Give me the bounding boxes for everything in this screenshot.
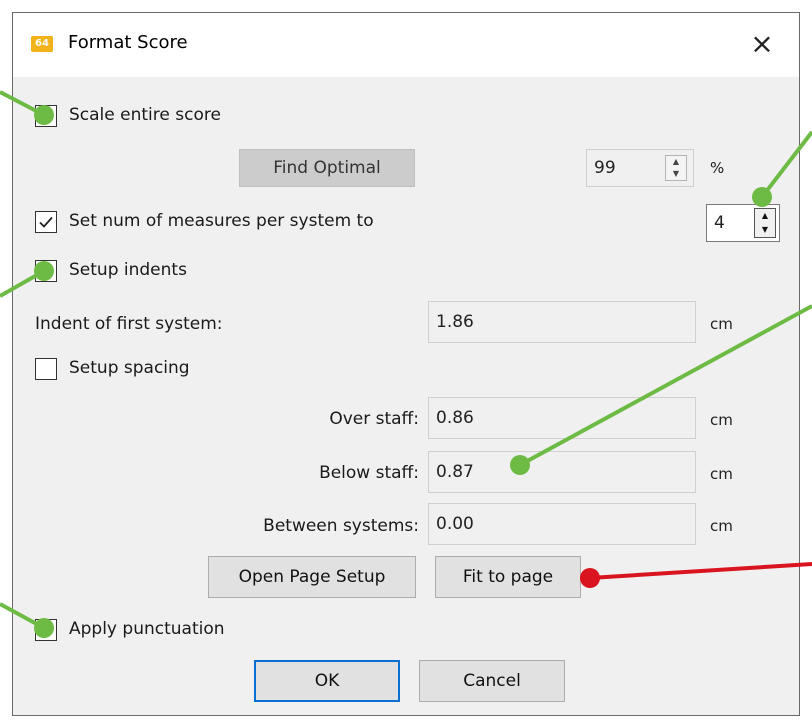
setup-spacing-label: Setup spacing — [69, 358, 190, 378]
scale-percent-spinner[interactable]: ▲ ▼ — [665, 155, 687, 181]
spin-up-icon[interactable]: ▲ — [755, 209, 775, 223]
apply-punctuation-checkbox[interactable] — [35, 619, 57, 641]
spin-up-icon[interactable]: ▲ — [666, 156, 686, 168]
dialog-title: Format Score — [68, 32, 188, 53]
between-systems-unit: cm — [710, 517, 733, 535]
scale-entire-score-checkbox[interactable] — [35, 105, 57, 127]
indent-unit: cm — [710, 315, 733, 333]
indent-first-system-label: Indent of first system: — [35, 314, 223, 334]
check-icon — [39, 216, 53, 228]
apply-punctuation-label: Apply punctuation — [69, 619, 225, 639]
measures-per-system-label: Set num of measures per system to — [69, 211, 374, 231]
spin-down-icon[interactable]: ▼ — [755, 223, 775, 237]
setup-spacing-checkbox[interactable] — [35, 358, 57, 380]
find-optimal-button[interactable]: Find Optimal — [239, 149, 415, 187]
open-page-setup-button[interactable]: Open Page Setup — [208, 556, 416, 598]
below-staff-label: Below staff: — [319, 463, 419, 483]
between-systems-input[interactable]: 0.00 — [428, 503, 696, 545]
ok-button[interactable]: OK — [254, 660, 400, 702]
measures-per-system-checkbox[interactable] — [35, 211, 57, 233]
spin-down-icon[interactable]: ▼ — [666, 168, 686, 180]
below-staff-unit: cm — [710, 465, 733, 483]
between-systems-label: Between systems: — [263, 516, 419, 536]
scale-percent-unit: % — [710, 159, 725, 177]
app-icon: 64 — [31, 36, 53, 52]
measures-spinner[interactable]: ▲ ▼ — [754, 208, 776, 238]
indent-first-system-input[interactable]: 1.86 — [428, 301, 696, 343]
cancel-button[interactable]: Cancel — [419, 660, 565, 702]
over-staff-unit: cm — [710, 411, 733, 429]
setup-indents-label: Setup indents — [69, 260, 187, 280]
close-icon[interactable]: × — [745, 27, 779, 61]
title-bar: 64 Format Score × — [13, 13, 799, 77]
setup-indents-checkbox[interactable] — [35, 260, 57, 282]
format-score-dialog: 64 Format Score × Scale entire score Fin… — [12, 12, 800, 716]
over-staff-label: Over staff: — [329, 409, 419, 429]
below-staff-input[interactable]: 0.87 — [428, 451, 696, 493]
scale-entire-score-label: Scale entire score — [69, 105, 221, 125]
fit-to-page-button[interactable]: Fit to page — [435, 556, 581, 598]
over-staff-input[interactable]: 0.86 — [428, 397, 696, 439]
